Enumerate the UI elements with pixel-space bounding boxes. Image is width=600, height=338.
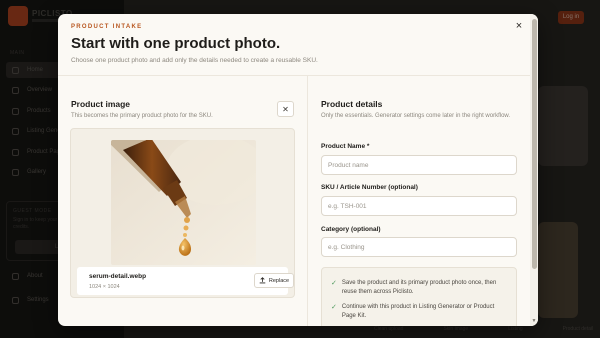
close-icon[interactable]: × xyxy=(512,19,526,33)
replace-button[interactable]: Replace xyxy=(254,273,294,288)
close-icon: ✕ xyxy=(282,104,289,114)
modal-scrollbar[interactable]: ▼ xyxy=(530,14,538,326)
category-label: Category (optional) xyxy=(321,226,381,233)
scroll-down-arrow-icon[interactable]: ▼ xyxy=(531,318,537,324)
details-section-subtitle: Only the essentials. Generator settings … xyxy=(321,113,511,119)
product-photo xyxy=(111,140,256,265)
modal-title: Start with one product photo. xyxy=(71,35,281,52)
product-intake-modal: PRODUCT INTAKE Start with one product ph… xyxy=(58,14,538,326)
file-info-row: serum-detail.webp 1024 × 1024 Replace xyxy=(77,267,294,295)
sku-input[interactable] xyxy=(321,196,517,216)
serum-dropper-image xyxy=(111,140,256,265)
info-box: ✓ Save the product and its primary produ… xyxy=(321,267,517,326)
scrollbar-thumb[interactable] xyxy=(532,19,537,269)
info-text: Save the product and its primary product… xyxy=(341,280,497,295)
info-item: ✓ Save the product and its primary produ… xyxy=(331,279,510,297)
replace-label: Replace xyxy=(268,277,290,284)
image-section-subtitle: This becomes the primary product photo f… xyxy=(71,113,213,119)
sku-label: SKU / Article Number (optional) xyxy=(321,184,418,191)
checkmark-icon: ✓ xyxy=(331,304,337,311)
modal-eyebrow: PRODUCT INTAKE xyxy=(71,24,143,30)
category-input[interactable] xyxy=(321,237,517,257)
info-text: Continue with this product in Listing Ge… xyxy=(341,304,495,319)
image-preview-panel: serum-detail.webp 1024 × 1024 Replace xyxy=(70,128,295,298)
product-name-input[interactable] xyxy=(321,155,517,175)
modal-header: PRODUCT INTAKE Start with one product ph… xyxy=(58,14,538,76)
file-name: serum-detail.webp xyxy=(89,273,147,280)
remove-image-button[interactable]: ✕ xyxy=(277,101,294,117)
image-section-title: Product image xyxy=(71,99,131,109)
column-divider xyxy=(307,76,308,326)
checkmark-icon: ✓ xyxy=(331,280,337,287)
modal-subtitle: Choose one product photo and add only th… xyxy=(71,57,318,64)
product-name-label: Product Name * xyxy=(321,143,370,150)
upload-icon xyxy=(259,277,266,284)
details-section-title: Product details xyxy=(321,99,383,109)
info-item: ✓ Continue with this product in Listing … xyxy=(331,303,510,321)
file-dimensions: 1024 × 1024 xyxy=(89,284,120,290)
